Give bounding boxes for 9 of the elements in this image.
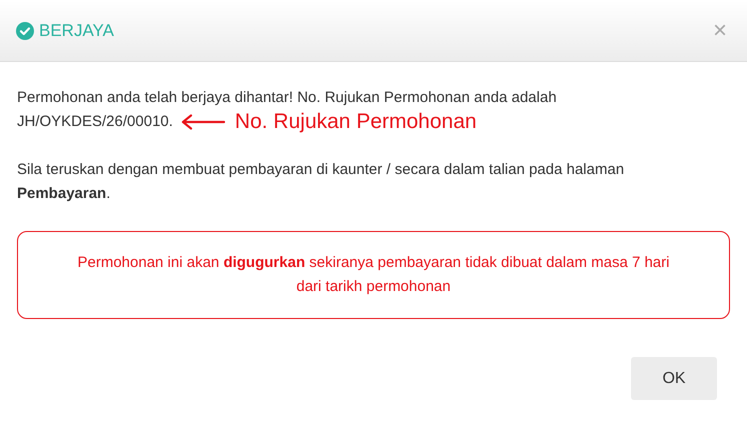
warning-text: Permohonan ini akan digugurkan sekiranya pembayaran tidak dibuat dalam masa 7 hari dari tarikh permohonan <box>76 253 670 297</box>
reference-number: JH/OYKDES/26/00010. <box>17 112 173 132</box>
success-message: Permohonan anda telah berjaya dihantar! No. Rujukan Permohonan anda adalah <box>17 88 557 108</box>
arrow-icon <box>180 114 225 130</box>
annotation-label: No. Rujukan Permohonan <box>234 110 477 134</box>
instruction-text: Sila teruskan dengan membuat pembayaran di kaunter / secara dalam talian pada halaman Pembayaran. <box>17 161 624 202</box>
check-circle-icon <box>16 22 34 40</box>
ok-button[interactable]: OK <box>631 357 717 400</box>
dialog-title: BERJAYA <box>39 20 114 42</box>
